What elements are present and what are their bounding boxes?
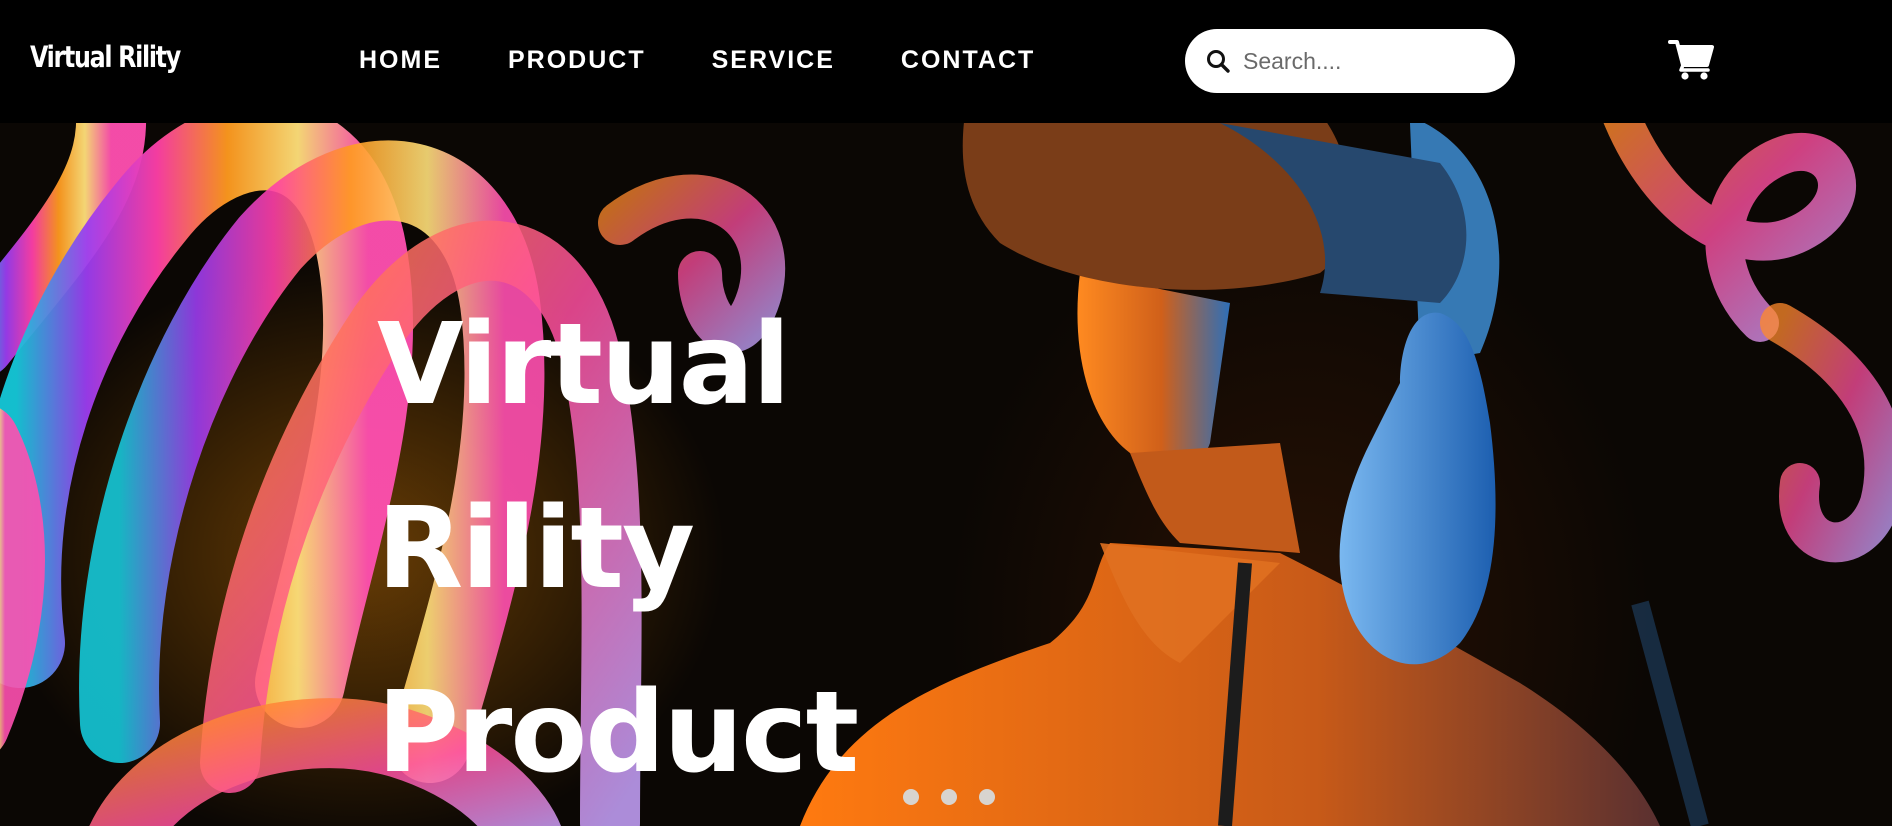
search-input[interactable]	[1243, 47, 1493, 75]
search-icon[interactable]	[1205, 48, 1231, 74]
nav-service-link[interactable]: SERVICE	[712, 46, 835, 75]
carousel-dot-3[interactable]	[979, 789, 995, 805]
main-nav: HOME PRODUCT SERVICE CONTACT	[359, 46, 1101, 75]
carousel-dot-2[interactable]	[941, 789, 957, 805]
carousel-dot-1[interactable]	[903, 789, 919, 805]
hero-background-image	[0, 123, 1892, 826]
carousel-indicators	[903, 789, 995, 805]
nav-contact-link[interactable]: CONTACT	[901, 46, 1035, 75]
hero-title-line: Product	[377, 668, 859, 798]
nav-home-link[interactable]: HOME	[359, 46, 442, 75]
hero-title-line: Virtual	[377, 300, 791, 430]
search-box	[1185, 29, 1515, 93]
hero-title: Virtual Rility Product	[377, 273, 859, 825]
hero-title-line: Rility	[377, 484, 695, 614]
brand-logo[interactable]: Virtual Rility	[30, 40, 181, 74]
cart-icon[interactable]	[1668, 38, 1714, 80]
nav-product-link[interactable]: PRODUCT	[508, 46, 646, 75]
hero-banner: Virtual Rility Product	[0, 123, 1892, 826]
navbar: Virtual Rility HOME PRODUCT SERVICE CONT…	[0, 0, 1892, 123]
